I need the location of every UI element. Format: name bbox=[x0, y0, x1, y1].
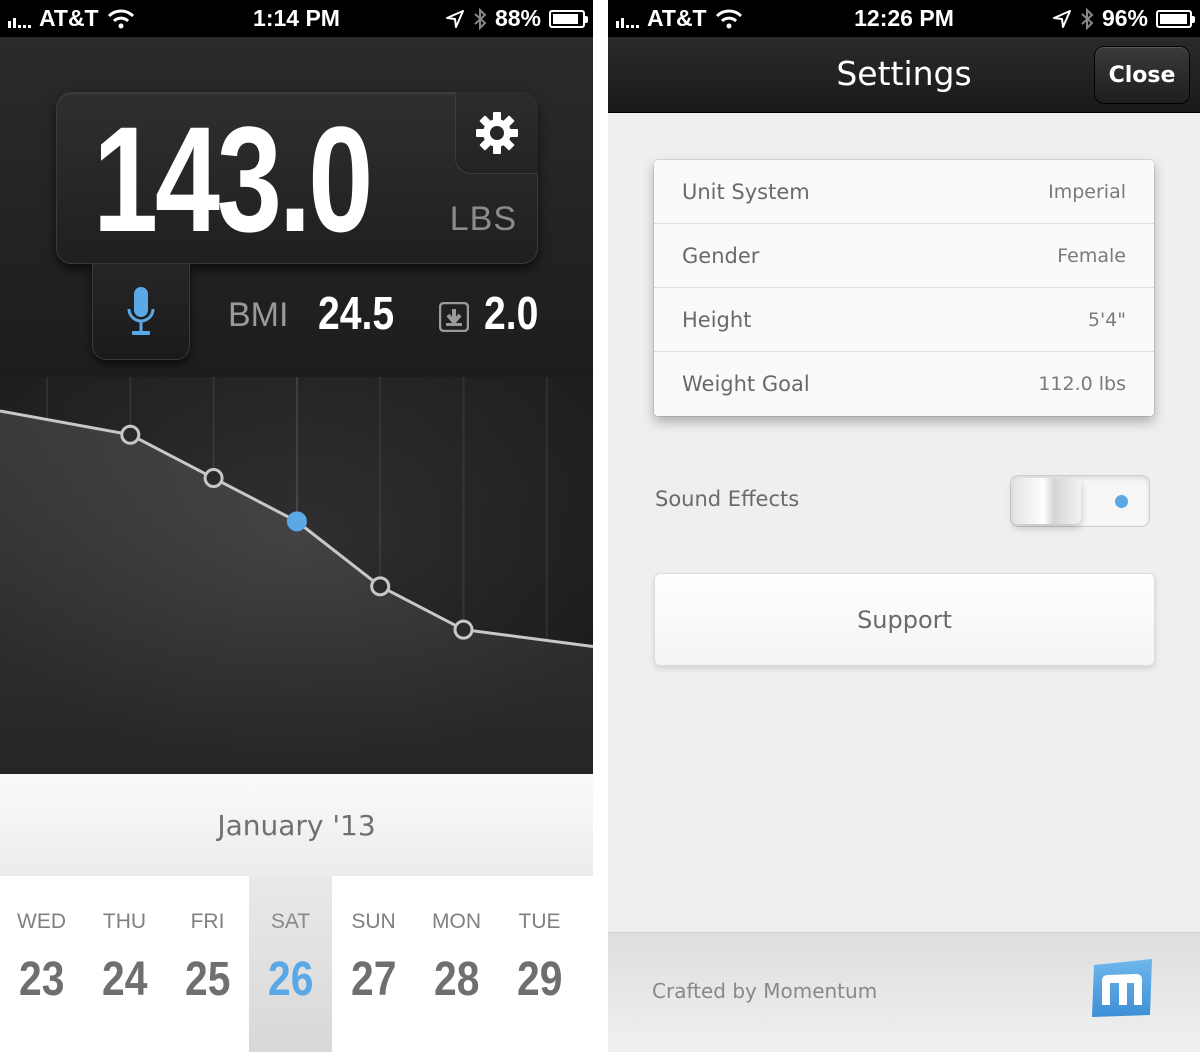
toggle-knob[interactable] bbox=[1013, 478, 1081, 524]
weight-tracker-screen: AT&T 1:14 PM 88% 143.0 LBS BMI 24.5 2.0 … bbox=[0, 0, 593, 1052]
sound-effects-toggle[interactable] bbox=[1010, 475, 1150, 527]
day-number: 28 bbox=[433, 953, 480, 1006]
day-number: 24 bbox=[101, 953, 148, 1006]
setting-label: Gender bbox=[682, 243, 760, 268]
day-number: 27 bbox=[350, 953, 397, 1006]
chart-point-selected[interactable] bbox=[286, 511, 307, 532]
setting-row-gender[interactable]: Gender Female bbox=[654, 224, 1154, 288]
day-number: 29 bbox=[516, 953, 563, 1006]
microphone-icon bbox=[127, 286, 155, 335]
sound-effects-label: Sound Effects bbox=[655, 487, 800, 511]
day-of-week: FRI bbox=[190, 910, 225, 933]
day-item-selected[interactable]: SAT 26 bbox=[249, 876, 332, 1052]
close-button[interactable]: Close bbox=[1094, 46, 1190, 104]
chart-point[interactable] bbox=[370, 576, 391, 597]
gear-icon bbox=[476, 111, 518, 154]
support-button[interactable]: Support bbox=[654, 573, 1155, 666]
status-bar: AT&T 12:26 PM 96% bbox=[608, 0, 1200, 37]
weight-change-value: 2.0 bbox=[484, 287, 539, 339]
day-item[interactable]: THU 24 bbox=[83, 876, 166, 1052]
battery-icon bbox=[1156, 9, 1195, 28]
setting-row-unit-system[interactable]: Unit System Imperial bbox=[654, 160, 1154, 224]
day-number: 25 bbox=[184, 953, 231, 1006]
battery-percent: 88% bbox=[494, 5, 541, 31]
weight-value: 143.0 bbox=[93, 95, 373, 263]
setting-label: Height bbox=[682, 307, 752, 332]
day-item[interactable]: SUN 27 bbox=[332, 876, 415, 1052]
day-of-week: MON bbox=[432, 910, 481, 933]
momentum-logo-icon[interactable] bbox=[1088, 957, 1156, 1019]
settings-screen: AT&T 12:26 PM 96% Settings Close Unit Sy… bbox=[608, 0, 1200, 1052]
bmi-label: BMI bbox=[228, 296, 289, 334]
weight-unit: LBS bbox=[449, 200, 517, 238]
toggle-indicator-dot bbox=[1115, 495, 1128, 508]
setting-label: Unit System bbox=[682, 179, 810, 204]
day-selector: WED 23 THU 24 FRI 25 SAT 26 SUN 27 MON 28 TUE 2… bbox=[0, 876, 593, 1052]
battery-percent: 96% bbox=[1101, 5, 1148, 31]
day-item[interactable]: TUE 29 bbox=[498, 876, 581, 1052]
month-label: January '13 bbox=[0, 774, 593, 876]
setting-row-height[interactable]: Height 5'4" bbox=[654, 288, 1154, 352]
bmi-value: 24.5 bbox=[318, 287, 395, 339]
day-of-week: WED bbox=[17, 910, 66, 933]
setting-value: Imperial bbox=[1048, 180, 1126, 203]
location-icon bbox=[445, 9, 464, 28]
location-icon bbox=[1052, 9, 1071, 28]
battery-icon bbox=[549, 9, 588, 28]
chart-point[interactable] bbox=[120, 424, 141, 445]
weight-trend-chart[interactable] bbox=[0, 377, 593, 774]
day-number: 26 bbox=[267, 953, 314, 1006]
setting-label: Weight Goal bbox=[682, 372, 810, 396]
settings-button[interactable] bbox=[455, 92, 538, 174]
navigation-bar: Settings Close bbox=[608, 37, 1200, 113]
setting-value: Female bbox=[1057, 244, 1126, 267]
settings-list: Unit System Imperial Gender Female Heigh… bbox=[654, 160, 1154, 416]
setting-row-weight-goal[interactable]: Weight Goal 112.0 lbs bbox=[654, 352, 1154, 416]
day-item[interactable]: WED 23 bbox=[0, 876, 83, 1052]
voice-input-button[interactable] bbox=[92, 264, 190, 360]
day-number: 23 bbox=[18, 953, 65, 1006]
day-item[interactable]: FRI 25 bbox=[166, 876, 249, 1052]
setting-value: 112.0 lbs bbox=[1038, 373, 1126, 395]
day-of-week: THU bbox=[102, 910, 147, 933]
bluetooth-icon bbox=[1081, 7, 1094, 30]
day-of-week: SAT bbox=[270, 910, 311, 933]
bluetooth-icon bbox=[474, 7, 487, 30]
day-of-week: SUN bbox=[351, 910, 396, 933]
footer: Crafted by Momentum bbox=[608, 932, 1200, 1052]
down-arrow-icon bbox=[439, 302, 469, 332]
setting-value: 5'4" bbox=[1087, 308, 1126, 331]
chart-point[interactable] bbox=[453, 619, 474, 640]
chart-point[interactable] bbox=[203, 468, 224, 489]
day-of-week: TUE bbox=[518, 910, 561, 933]
day-item[interactable]: MON 28 bbox=[415, 876, 498, 1052]
credit-text: Crafted by Momentum bbox=[652, 979, 878, 1003]
status-bar: AT&T 1:14 PM 88% bbox=[0, 0, 593, 37]
